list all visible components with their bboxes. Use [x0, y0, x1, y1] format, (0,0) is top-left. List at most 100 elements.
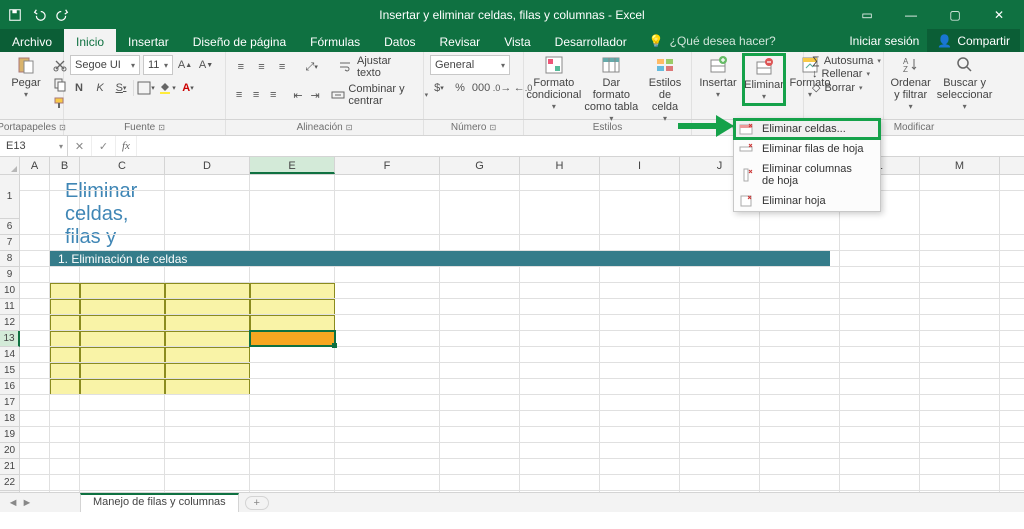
- align-middle-icon[interactable]: ≡: [253, 58, 271, 76]
- row-header-12[interactable]: 12: [0, 315, 20, 331]
- data-cell[interactable]: [80, 379, 165, 395]
- rows-area[interactable]: Eliminar celdas, filas y columnas1. Elim…: [0, 175, 1024, 492]
- paste-button[interactable]: Pegar ▾: [6, 55, 46, 100]
- data-tab[interactable]: Datos: [372, 29, 427, 52]
- sort-filter-button[interactable]: AZ Ordenar y filtrar▾: [890, 55, 931, 112]
- data-cell[interactable]: [165, 363, 250, 379]
- developer-tab[interactable]: Desarrollador: [543, 29, 639, 52]
- insert-cells-button[interactable]: Insertar▾: [698, 55, 738, 100]
- orientation-icon[interactable]: ⤢▾: [303, 58, 321, 76]
- format-table-button[interactable]: Dar formato como tabla▾: [584, 55, 639, 124]
- data-cell[interactable]: [50, 315, 80, 331]
- shrink-font-icon[interactable]: A▼: [197, 56, 215, 74]
- data-cell[interactable]: [80, 299, 165, 315]
- col-header-C[interactable]: C: [80, 157, 165, 174]
- col-header-E[interactable]: E: [250, 157, 335, 174]
- cell-styles-button[interactable]: Estilos de celda▾: [645, 55, 685, 124]
- find-select-button[interactable]: Buscar y seleccionar▾: [937, 55, 992, 112]
- data-cell[interactable]: [165, 347, 250, 363]
- share-button[interactable]: 👤 Compartir: [927, 29, 1020, 52]
- view-tab[interactable]: Vista: [492, 29, 542, 52]
- tell-me[interactable]: 💡 ¿Qué desea hacer?: [639, 29, 776, 52]
- number-format-select[interactable]: General▾: [430, 55, 510, 75]
- font-size-select[interactable]: 11▾: [143, 55, 173, 75]
- col-header-M[interactable]: M: [920, 157, 1000, 174]
- minimize-button[interactable]: —: [898, 8, 924, 22]
- wrap-icon[interactable]: [336, 58, 354, 76]
- formulas-tab[interactable]: Fórmulas: [298, 29, 372, 52]
- data-cell[interactable]: [165, 379, 250, 395]
- col-header-F[interactable]: F: [335, 157, 440, 174]
- autosum-button[interactable]: ∑Autosuma▾: [810, 55, 883, 67]
- save-icon[interactable]: [8, 8, 22, 22]
- data-cell[interactable]: [80, 283, 165, 299]
- insert-tab[interactable]: Insertar: [116, 29, 181, 52]
- align-left-icon[interactable]: ≡: [232, 86, 246, 104]
- row-header-1[interactable]: 1: [0, 175, 20, 219]
- maximize-button[interactable]: ▢: [942, 8, 968, 22]
- row-header-11[interactable]: 11: [0, 299, 20, 315]
- delete-cells-item[interactable]: Eliminar celdas...: [734, 119, 880, 139]
- indent-dec-icon[interactable]: ⇤: [291, 86, 305, 104]
- row-header-17[interactable]: 17: [0, 395, 20, 411]
- data-cell[interactable]: [165, 331, 250, 347]
- row-header-10[interactable]: 10: [0, 283, 20, 299]
- bold-button[interactable]: N: [70, 79, 88, 97]
- delete-rows-item[interactable]: Eliminar filas de hoja: [734, 139, 880, 159]
- signin-link[interactable]: Iniciar sesión: [841, 29, 927, 52]
- inc-decimal-icon[interactable]: .0→: [493, 79, 511, 97]
- data-cell[interactable]: [250, 283, 335, 299]
- row-header-16[interactable]: 16: [0, 379, 20, 395]
- row-header-9[interactable]: 9: [0, 267, 20, 283]
- row-header-20[interactable]: 20: [0, 443, 20, 459]
- sheet-tab[interactable]: Manejo de filas y columnas: [80, 493, 239, 512]
- data-cell[interactable]: [165, 283, 250, 299]
- row-header-7[interactable]: 7: [0, 235, 20, 251]
- grow-font-icon[interactable]: A▲: [176, 56, 194, 74]
- border-icon[interactable]: ▾: [137, 79, 155, 97]
- col-header-A[interactable]: A: [20, 157, 50, 174]
- tab-nav[interactable]: ◄ ►: [0, 497, 40, 509]
- data-cell[interactable]: [80, 347, 165, 363]
- row-header-13[interactable]: 13: [0, 331, 20, 347]
- name-box[interactable]: E13: [0, 136, 68, 156]
- col-header-I[interactable]: I: [600, 157, 680, 174]
- undo-icon[interactable]: [32, 8, 46, 22]
- col-header-B[interactable]: B: [50, 157, 80, 174]
- data-cell[interactable]: [165, 299, 250, 315]
- row-header-19[interactable]: 19: [0, 427, 20, 443]
- file-tab[interactable]: Archivo: [0, 29, 64, 52]
- data-cell[interactable]: [50, 379, 80, 395]
- data-cell[interactable]: [80, 331, 165, 347]
- align-right-icon[interactable]: ≡: [266, 86, 280, 104]
- indent-inc-icon[interactable]: ⇥: [308, 86, 322, 104]
- data-cell[interactable]: [50, 331, 80, 347]
- add-sheet-button[interactable]: +: [245, 496, 269, 510]
- redo-icon[interactable]: [56, 8, 70, 22]
- conditional-format-button[interactable]: Formato condicional▾: [530, 55, 578, 112]
- row-header-23[interactable]: 23: [0, 491, 20, 492]
- comma-icon[interactable]: 000: [472, 79, 490, 97]
- align-bottom-icon[interactable]: ≡: [273, 58, 291, 76]
- col-header-D[interactable]: D: [165, 157, 250, 174]
- data-cell[interactable]: [80, 315, 165, 331]
- fill-color-icon[interactable]: ▾: [158, 79, 176, 97]
- data-cell[interactable]: [50, 299, 80, 315]
- data-cell[interactable]: [165, 315, 250, 331]
- underline-button[interactable]: S▾: [112, 79, 130, 97]
- cancel-formula-icon[interactable]: ✕: [68, 136, 92, 156]
- align-center-icon[interactable]: ≡: [249, 86, 263, 104]
- font-name-select[interactable]: Segoe UI▾: [70, 55, 140, 75]
- row-header-15[interactable]: 15: [0, 363, 20, 379]
- row-header-8[interactable]: 8: [0, 251, 20, 267]
- font-color-icon[interactable]: A▾: [179, 79, 197, 97]
- row-header-14[interactable]: 14: [0, 347, 20, 363]
- fill-button[interactable]: ↓Rellenar▾: [810, 68, 883, 80]
- close-button[interactable]: ✕: [986, 8, 1012, 22]
- align-top-icon[interactable]: ≡: [232, 58, 250, 76]
- data-cell[interactable]: [250, 315, 335, 331]
- data-cell[interactable]: [50, 283, 80, 299]
- currency-icon[interactable]: $▾: [430, 79, 448, 97]
- fx-icon[interactable]: fx: [116, 136, 137, 156]
- row-header-22[interactable]: 22: [0, 475, 20, 491]
